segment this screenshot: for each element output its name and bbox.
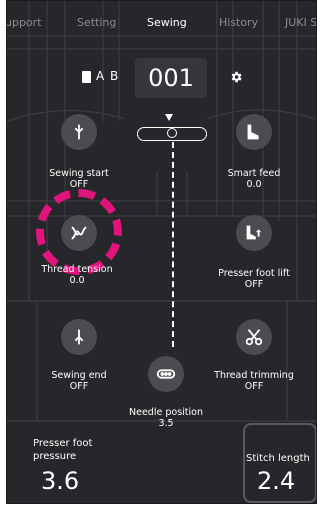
needle-marker-icon xyxy=(165,114,173,121)
sewing-end-button[interactable] xyxy=(61,319,97,355)
needle-guide-line xyxy=(172,142,174,347)
needle-position-slider[interactable] xyxy=(137,127,207,141)
smart-feed-button[interactable] xyxy=(236,114,272,150)
tab-support[interactable]: upport xyxy=(7,16,42,29)
sewing-end-text: Sewing end xyxy=(51,370,107,381)
sewing-screen: upport Setting Sewing History JUKI S A B… xyxy=(6,0,317,504)
thread-trimming-value: OFF xyxy=(244,381,264,392)
sewing-end-label: Sewing end OFF xyxy=(37,370,121,392)
ab-label[interactable]: A B xyxy=(96,69,119,83)
gear-icon[interactable] xyxy=(229,70,243,84)
thread-trimming-text: Thread trimming xyxy=(214,370,294,381)
smart-feed-text: Smart feed xyxy=(227,168,281,179)
sewing-start-button[interactable] xyxy=(61,114,97,150)
stitch-length-label: Stitch length xyxy=(246,453,310,464)
smart-feed-value: 0.0 xyxy=(246,179,262,190)
needle-position-value: 3.5 xyxy=(158,418,174,429)
thread-tension-icon xyxy=(71,226,87,240)
presser-foot-lift-value: OFF xyxy=(244,279,264,290)
thread-trimming-label: Thread trimming OFF xyxy=(207,370,301,392)
pressure-label-line2: pressure xyxy=(33,451,77,462)
pattern-number[interactable]: 001 xyxy=(135,58,207,98)
presser-foot-lift-icon xyxy=(246,225,262,240)
needle-position-text: Needle position xyxy=(129,407,203,418)
tab-sewing[interactable]: Sewing xyxy=(147,16,187,29)
presser-foot-lift-label: Presser foot lift OFF xyxy=(213,268,295,290)
needle-position-button[interactable] xyxy=(148,356,184,392)
thread-tension-text: Thread tension xyxy=(41,264,113,275)
thread-trimming-button[interactable] xyxy=(236,319,272,355)
presser-foot-lift-text: Presser foot lift xyxy=(218,268,290,279)
presser-foot-pressure-value[interactable]: 3.6 xyxy=(41,467,79,495)
stitch-length-value[interactable]: 2.4 xyxy=(257,467,295,495)
smart-feed-icon xyxy=(247,124,259,140)
needle-position-label: Needle position 3.5 xyxy=(121,407,211,429)
tab-history[interactable]: History xyxy=(219,16,258,29)
pressure-label-line1: Presser foot xyxy=(33,438,93,449)
tab-bar: upport Setting Sewing History JUKI S xyxy=(7,1,316,47)
tab-juki[interactable]: JUKI S xyxy=(285,16,316,29)
thread-tension-button[interactable] xyxy=(61,215,97,251)
sewing-start-label: Sewing start OFF xyxy=(37,168,121,190)
presser-foot-lift-button[interactable] xyxy=(236,215,272,251)
book-icon[interactable] xyxy=(82,71,91,83)
thread-tension-value: 0.0 xyxy=(69,275,85,286)
scissors-icon xyxy=(245,329,263,346)
sewing-end-value: OFF xyxy=(69,381,89,392)
presser-foot-pressure-label: Presser foot pressure xyxy=(33,437,92,463)
smart-feed-label: Smart feed 0.0 xyxy=(213,168,295,190)
tab-setting[interactable]: Setting xyxy=(77,16,116,29)
thread-tension-label: Thread tension 0.0 xyxy=(21,264,133,286)
sewing-end-icon xyxy=(74,329,84,345)
sewing-start-text: Sewing start xyxy=(49,168,109,179)
sewing-start-icon xyxy=(74,124,84,140)
needle-position-icon xyxy=(156,369,176,379)
